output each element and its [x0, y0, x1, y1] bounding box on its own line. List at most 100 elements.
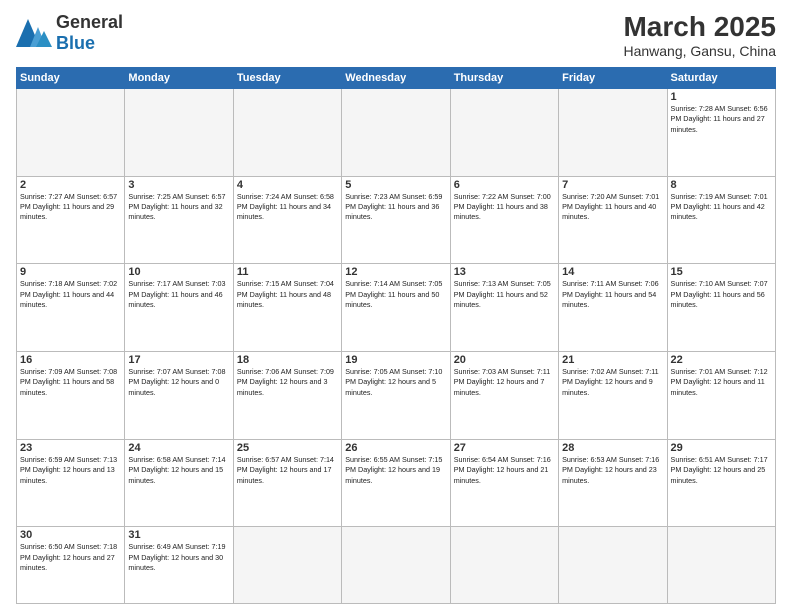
day-number: 27 — [454, 442, 555, 454]
calendar-cell: 25Sunrise: 6:57 AM Sunset: 7:14 PM Dayli… — [233, 439, 341, 527]
calendar-cell: 22Sunrise: 7:01 AM Sunset: 7:12 PM Dayli… — [667, 352, 775, 440]
day-number: 15 — [671, 266, 772, 278]
day-info: Sunrise: 6:58 AM Sunset: 7:14 PM Dayligh… — [128, 455, 229, 486]
day-number: 1 — [671, 91, 772, 103]
calendar-cell: 5Sunrise: 7:23 AM Sunset: 6:59 PM Daylig… — [342, 176, 450, 264]
day-number: 4 — [237, 179, 338, 191]
title-block: March 2025 Hanwang, Gansu, China — [623, 12, 776, 59]
day-number: 29 — [671, 442, 772, 454]
col-header-monday: Monday — [125, 67, 233, 88]
day-info: Sunrise: 7:23 AM Sunset: 6:59 PM Dayligh… — [345, 192, 446, 223]
day-info: Sunrise: 7:28 AM Sunset: 6:56 PM Dayligh… — [671, 104, 772, 135]
day-info: Sunrise: 6:55 AM Sunset: 7:15 PM Dayligh… — [345, 455, 446, 486]
day-info: Sunrise: 7:01 AM Sunset: 7:12 PM Dayligh… — [671, 367, 772, 398]
calendar-cell: 4Sunrise: 7:24 AM Sunset: 6:58 PM Daylig… — [233, 176, 341, 264]
day-info: Sunrise: 7:13 AM Sunset: 7:05 PM Dayligh… — [454, 279, 555, 310]
day-number: 19 — [345, 354, 446, 366]
col-header-thursday: Thursday — [450, 67, 558, 88]
day-info: Sunrise: 7:20 AM Sunset: 7:01 PM Dayligh… — [562, 192, 663, 223]
day-info: Sunrise: 7:18 AM Sunset: 7:02 PM Dayligh… — [20, 279, 121, 310]
day-number: 8 — [671, 179, 772, 191]
day-info: Sunrise: 7:05 AM Sunset: 7:10 PM Dayligh… — [345, 367, 446, 398]
calendar-cell — [17, 88, 125, 176]
calendar-cell: 16Sunrise: 7:09 AM Sunset: 7:08 PM Dayli… — [17, 352, 125, 440]
logo-text: General Blue — [56, 12, 123, 54]
calendar-cell — [342, 88, 450, 176]
day-info: Sunrise: 7:17 AM Sunset: 7:03 PM Dayligh… — [128, 279, 229, 310]
day-info: Sunrise: 6:50 AM Sunset: 7:18 PM Dayligh… — [20, 542, 121, 573]
calendar-cell: 12Sunrise: 7:14 AM Sunset: 7:05 PM Dayli… — [342, 264, 450, 352]
day-info: Sunrise: 6:57 AM Sunset: 7:14 PM Dayligh… — [237, 455, 338, 486]
day-number: 3 — [128, 179, 229, 191]
calendar-cell: 26Sunrise: 6:55 AM Sunset: 7:15 PM Dayli… — [342, 439, 450, 527]
calendar-cell — [233, 527, 341, 604]
calendar-cell: 28Sunrise: 6:53 AM Sunset: 7:16 PM Dayli… — [559, 439, 667, 527]
col-header-wednesday: Wednesday — [342, 67, 450, 88]
calendar-cell: 6Sunrise: 7:22 AM Sunset: 7:00 PM Daylig… — [450, 176, 558, 264]
page: General Blue March 2025 Hanwang, Gansu, … — [0, 0, 792, 612]
calendar-week-row: 9Sunrise: 7:18 AM Sunset: 7:02 PM Daylig… — [17, 264, 776, 352]
calendar-cell: 3Sunrise: 7:25 AM Sunset: 6:57 PM Daylig… — [125, 176, 233, 264]
calendar-week-row: 1Sunrise: 7:28 AM Sunset: 6:56 PM Daylig… — [17, 88, 776, 176]
day-number: 24 — [128, 442, 229, 454]
day-info: Sunrise: 6:51 AM Sunset: 7:17 PM Dayligh… — [671, 455, 772, 486]
calendar-cell: 20Sunrise: 7:03 AM Sunset: 7:11 PM Dayli… — [450, 352, 558, 440]
day-number: 23 — [20, 442, 121, 454]
calendar-cell — [342, 527, 450, 604]
calendar-header-row: SundayMondayTuesdayWednesdayThursdayFrid… — [17, 67, 776, 88]
header: General Blue March 2025 Hanwang, Gansu, … — [16, 12, 776, 59]
day-info: Sunrise: 7:10 AM Sunset: 7:07 PM Dayligh… — [671, 279, 772, 310]
day-info: Sunrise: 7:07 AM Sunset: 7:08 PM Dayligh… — [128, 367, 229, 398]
day-info: Sunrise: 7:19 AM Sunset: 7:01 PM Dayligh… — [671, 192, 772, 223]
day-number: 6 — [454, 179, 555, 191]
day-info: Sunrise: 7:27 AM Sunset: 6:57 PM Dayligh… — [20, 192, 121, 223]
day-info: Sunrise: 7:22 AM Sunset: 7:00 PM Dayligh… — [454, 192, 555, 223]
calendar-cell — [450, 527, 558, 604]
generalblue-logo-icon — [16, 19, 52, 47]
col-header-saturday: Saturday — [667, 67, 775, 88]
location: Hanwang, Gansu, China — [623, 43, 776, 59]
calendar-cell: 15Sunrise: 7:10 AM Sunset: 7:07 PM Dayli… — [667, 264, 775, 352]
calendar-cell: 23Sunrise: 6:59 AM Sunset: 7:13 PM Dayli… — [17, 439, 125, 527]
day-number: 17 — [128, 354, 229, 366]
day-number: 21 — [562, 354, 663, 366]
day-info: Sunrise: 7:24 AM Sunset: 6:58 PM Dayligh… — [237, 192, 338, 223]
day-info: Sunrise: 7:15 AM Sunset: 7:04 PM Dayligh… — [237, 279, 338, 310]
calendar-cell: 30Sunrise: 6:50 AM Sunset: 7:18 PM Dayli… — [17, 527, 125, 604]
calendar-cell: 24Sunrise: 6:58 AM Sunset: 7:14 PM Dayli… — [125, 439, 233, 527]
day-info: Sunrise: 7:11 AM Sunset: 7:06 PM Dayligh… — [562, 279, 663, 310]
calendar-cell: 29Sunrise: 6:51 AM Sunset: 7:17 PM Dayli… — [667, 439, 775, 527]
day-number: 2 — [20, 179, 121, 191]
logo: General Blue — [16, 12, 123, 54]
calendar-cell: 18Sunrise: 7:06 AM Sunset: 7:09 PM Dayli… — [233, 352, 341, 440]
calendar-cell: 10Sunrise: 7:17 AM Sunset: 7:03 PM Dayli… — [125, 264, 233, 352]
calendar-cell — [450, 88, 558, 176]
calendar-cell — [233, 88, 341, 176]
calendar-cell: 8Sunrise: 7:19 AM Sunset: 7:01 PM Daylig… — [667, 176, 775, 264]
day-number: 5 — [345, 179, 446, 191]
col-header-sunday: Sunday — [17, 67, 125, 88]
calendar-week-row: 30Sunrise: 6:50 AM Sunset: 7:18 PM Dayli… — [17, 527, 776, 604]
calendar-cell: 31Sunrise: 6:49 AM Sunset: 7:19 PM Dayli… — [125, 527, 233, 604]
calendar-cell: 2Sunrise: 7:27 AM Sunset: 6:57 PM Daylig… — [17, 176, 125, 264]
day-number: 14 — [562, 266, 663, 278]
calendar-cell — [125, 88, 233, 176]
day-info: Sunrise: 7:03 AM Sunset: 7:11 PM Dayligh… — [454, 367, 555, 398]
day-info: Sunrise: 7:06 AM Sunset: 7:09 PM Dayligh… — [237, 367, 338, 398]
month-year: March 2025 — [623, 12, 776, 43]
calendar-cell: 21Sunrise: 7:02 AM Sunset: 7:11 PM Dayli… — [559, 352, 667, 440]
day-info: Sunrise: 7:25 AM Sunset: 6:57 PM Dayligh… — [128, 192, 229, 223]
day-number: 20 — [454, 354, 555, 366]
calendar-cell: 1Sunrise: 7:28 AM Sunset: 6:56 PM Daylig… — [667, 88, 775, 176]
day-number: 10 — [128, 266, 229, 278]
day-number: 12 — [345, 266, 446, 278]
calendar-cell — [667, 527, 775, 604]
day-number: 18 — [237, 354, 338, 366]
day-number: 22 — [671, 354, 772, 366]
day-number: 11 — [237, 266, 338, 278]
calendar-cell: 17Sunrise: 7:07 AM Sunset: 7:08 PM Dayli… — [125, 352, 233, 440]
day-number: 26 — [345, 442, 446, 454]
day-info: Sunrise: 6:49 AM Sunset: 7:19 PM Dayligh… — [128, 542, 229, 573]
calendar-cell — [559, 88, 667, 176]
day-info: Sunrise: 6:53 AM Sunset: 7:16 PM Dayligh… — [562, 455, 663, 486]
